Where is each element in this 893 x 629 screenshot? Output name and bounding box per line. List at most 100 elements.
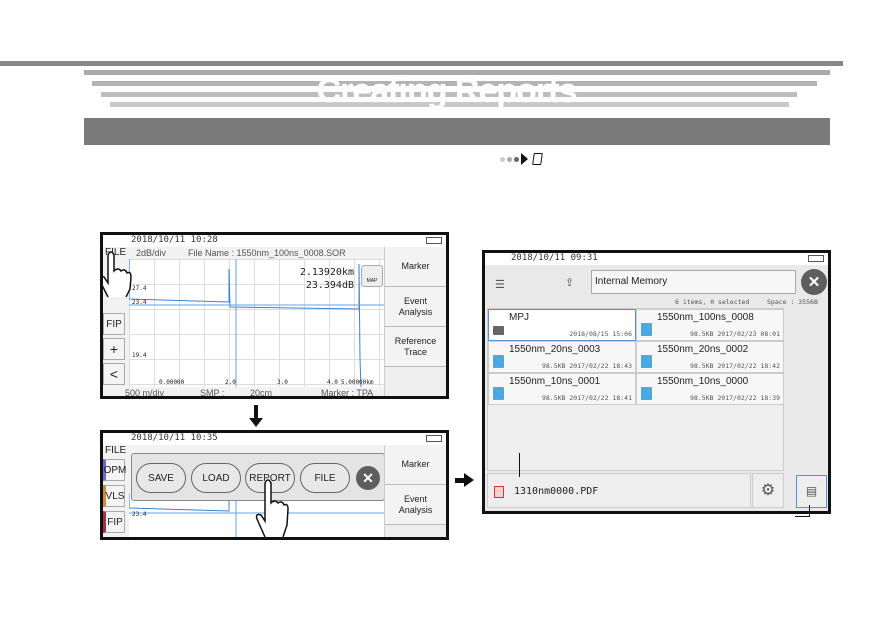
event-analysis-button[interactable]: Event Analysis — [385, 287, 446, 327]
scale-label: 2dB/div — [136, 248, 167, 258]
operation-indicator — [500, 153, 543, 165]
event-analysis-button[interactable]: Event Analysis — [385, 485, 446, 525]
section-banner — [84, 118, 830, 145]
x-tick: 5.00000km — [341, 379, 374, 386]
x-tick: 3.0 — [277, 379, 288, 386]
x-tick: 2.0 — [225, 379, 236, 386]
arrow-right-head — [464, 473, 474, 487]
left-button-label: FIP — [106, 318, 122, 330]
callout-line — [795, 516, 810, 517]
button-label: Marker — [401, 261, 430, 271]
file-name: File Name : 1550nm_100ns_0008.SOR — [188, 248, 346, 258]
reference-trace-button[interactable]: Reference Trace — [385, 327, 446, 367]
close-button[interactable]: ✕ — [356, 466, 380, 490]
file-meta: 2018/08/15 15:06 — [569, 330, 632, 338]
x-tick: 4.0 — [327, 379, 338, 386]
datetime: 2018/10/11 09:31 — [511, 253, 598, 263]
close-button[interactable]: ✕ — [801, 269, 827, 295]
sor-file-icon — [493, 355, 504, 368]
save-button[interactable]: SAVE — [136, 463, 186, 493]
location-field[interactable]: Internal Memory — [591, 270, 796, 294]
dot-icon — [500, 156, 505, 162]
upload-folder-icon[interactable]: ⇪ — [565, 276, 574, 289]
settings-button[interactable]: ⚙ — [752, 473, 784, 508]
page-title: Creating Reports — [316, 72, 578, 110]
pdf-file-icon — [494, 486, 504, 498]
file-tab[interactable]: FILE — [105, 445, 126, 456]
y-tick: 23.4 — [132, 511, 147, 518]
sor-file-icon — [641, 387, 652, 400]
y-tick: 19.4 — [132, 352, 147, 359]
arrow-right-icon — [521, 153, 528, 165]
file-meta: 98.5KB 2017/02/22 18:41 — [541, 394, 632, 402]
button-label: Event Analysis — [398, 295, 433, 317]
arrow-down-icon — [254, 405, 258, 419]
datetime: 2018/10/11 10:35 — [131, 433, 218, 443]
map-button[interactable]: MAP — [361, 265, 383, 287]
file-item[interactable]: 1550nm_20ns_0003 98.5KB 2017/02/22 18:43 — [488, 341, 636, 373]
list-view-button[interactable]: ☰ — [495, 278, 505, 291]
trace-line — [128, 259, 386, 388]
file-name: 1550nm_20ns_0003 — [509, 344, 601, 355]
back-button[interactable]: < — [103, 363, 125, 385]
div-label: 500 m/div — [125, 388, 165, 398]
file-button[interactable]: FILE — [300, 463, 350, 493]
space-label: Space : 3556B — [767, 298, 818, 306]
left-button-fip[interactable]: FIP — [103, 313, 125, 335]
report-file-screen: 2018/10/11 09:31 ☰ ⇪ Internal Memory ✕ 6… — [482, 250, 831, 514]
hand-pointer-icon — [255, 479, 289, 537]
file-item[interactable]: 1550nm_20ns_0002 98.5KB 2017/02/22 18:42 — [636, 341, 784, 373]
battery-icon — [426, 435, 442, 442]
zoom-in-button[interactable]: + — [103, 338, 125, 360]
sor-file-icon — [641, 355, 652, 368]
button-label: LOAD — [202, 472, 230, 484]
file-name: 1550nm_10ns_0000 — [657, 376, 749, 387]
x-tick: 0.00000 — [159, 379, 185, 386]
side-menu: Marker Event Analysis Reference Trace — [384, 247, 446, 396]
left-button-vls[interactable]: VLS — [103, 485, 125, 507]
smp-value: 20cm — [250, 388, 273, 398]
button-label: Event Analysis — [398, 493, 433, 515]
file-item-folder[interactable]: MPJ 2018/08/15 15:06 — [488, 309, 636, 341]
file-meta: 98.5KB 2017/02/22 18:39 — [689, 394, 780, 402]
dot-icon — [507, 156, 512, 162]
touch-device-icon — [532, 153, 543, 165]
dot-icon — [514, 156, 519, 162]
status-bar: 2018/10/11 10:28 — [103, 235, 446, 247]
arrow-down-head — [249, 418, 263, 427]
marker-button[interactable]: Marker — [385, 247, 446, 287]
file-name: 1550nm_20ns_0002 — [657, 344, 749, 355]
status-bar: 2018/10/11 10:35 — [103, 433, 446, 445]
file-item[interactable]: 1550nm_10ns_0000 98.5KB 2017/02/22 18:39 — [636, 373, 784, 405]
sor-file-icon — [641, 323, 652, 336]
file-item[interactable]: 1550nm_100ns_0008 98.5KB 2017/02/23 08:01 — [636, 309, 784, 341]
file-item[interactable]: 1550nm_10ns_0001 98.5KB 2017/02/22 18:41 — [488, 373, 636, 405]
button-label: Reference Trace — [394, 335, 437, 357]
item-summary: 6 items, 0 selected — [675, 298, 750, 306]
file-meta: 98.5KB 2017/02/22 18:42 — [689, 362, 780, 370]
left-button-fip[interactable]: FIP — [103, 511, 125, 533]
file-list: MPJ 2018/08/15 15:06 1550nm_100ns_0008 98.… — [487, 308, 784, 471]
chevron-left-icon: < — [109, 366, 119, 382]
header-rule — [0, 61, 843, 66]
map-label: MAP — [366, 278, 378, 284]
button-label: Marker — [401, 459, 430, 469]
location-text: Internal Memory — [595, 276, 668, 287]
load-button[interactable]: LOAD — [191, 463, 241, 493]
create-report-button[interactable]: ▤ — [796, 475, 827, 508]
y-tick: 27.4 — [132, 285, 147, 292]
button-label: FILE — [314, 472, 336, 484]
y-tick: 23.4 — [132, 299, 147, 306]
marker-button[interactable]: Marker — [385, 445, 446, 485]
file-menu-screen: 2018/10/11 10:35 FILE OPM VLS FIP 23.4 S… — [100, 430, 449, 540]
report-file-field[interactable]: 1310nm0000.PDF — [487, 473, 751, 508]
sor-file-icon — [493, 387, 504, 400]
battery-icon — [808, 255, 824, 262]
file-meta: 98.5KB 2017/02/23 08:01 — [689, 330, 780, 338]
plus-icon: + — [109, 341, 119, 357]
folder-icon — [493, 326, 504, 335]
smp-label: SMP : — [200, 388, 225, 398]
left-button-opm[interactable]: OPM — [103, 459, 126, 481]
otdr-trace-screen: 2018/10/11 10:28 FILE 2dB/div File Name … — [100, 232, 449, 399]
file-name: MPJ — [509, 312, 529, 323]
